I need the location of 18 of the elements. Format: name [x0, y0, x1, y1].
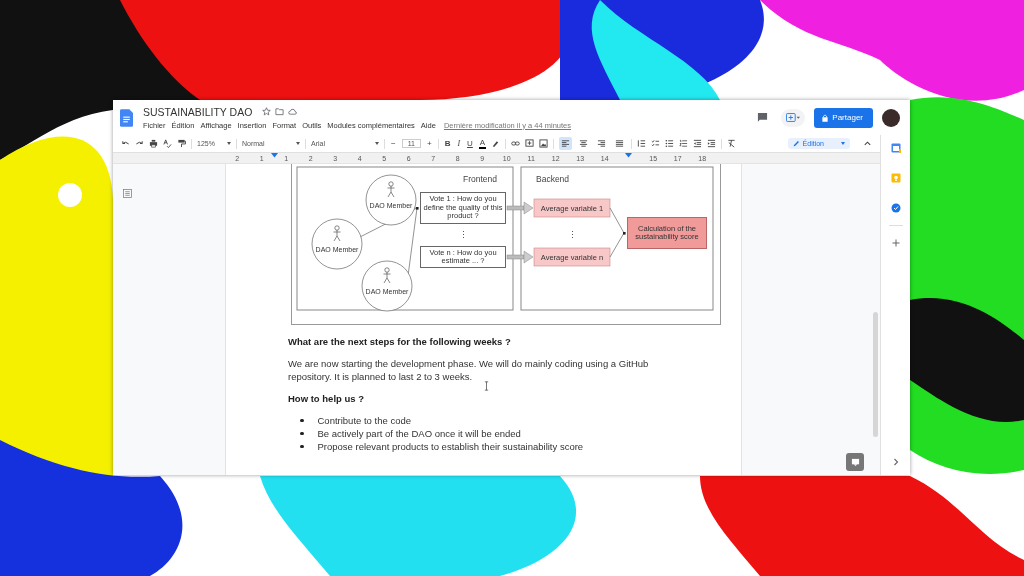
document-title[interactable]: SUSTAINABILITY DAO — [143, 105, 253, 118]
underline-button[interactable]: U — [466, 139, 474, 148]
section-heading: How to help us ? — [288, 393, 365, 404]
panel-label: Backend — [536, 174, 570, 184]
ellipsis-mark: ⋮ — [567, 230, 577, 240]
italic-button[interactable]: I — [456, 139, 462, 148]
section-heading: What are the next steps for the following weeks ? — [288, 336, 512, 347]
decrease-size-button[interactable]: − — [390, 139, 397, 148]
list-item: Propose relevant products to establish their sustainability score — [317, 440, 584, 453]
ellipsis-mark: ⋮ — [458, 230, 468, 240]
text-color-button[interactable]: A — [478, 138, 487, 149]
list-item: Be actively part of the DAO once it will be ended — [317, 427, 521, 440]
panel-label: Frontend — [463, 174, 498, 184]
bold-button[interactable]: B — [443, 139, 452, 148]
paragraph: We are now starting the development phase. We will do mainly coding using a GitHub repository. It is planned to last 2 to 3 weeks. — [288, 357, 650, 383]
increase-size-button[interactable]: + — [425, 139, 433, 148]
share-button[interactable]: Partager — [814, 107, 873, 128]
list-item: Contribute to the code — [317, 414, 411, 427]
